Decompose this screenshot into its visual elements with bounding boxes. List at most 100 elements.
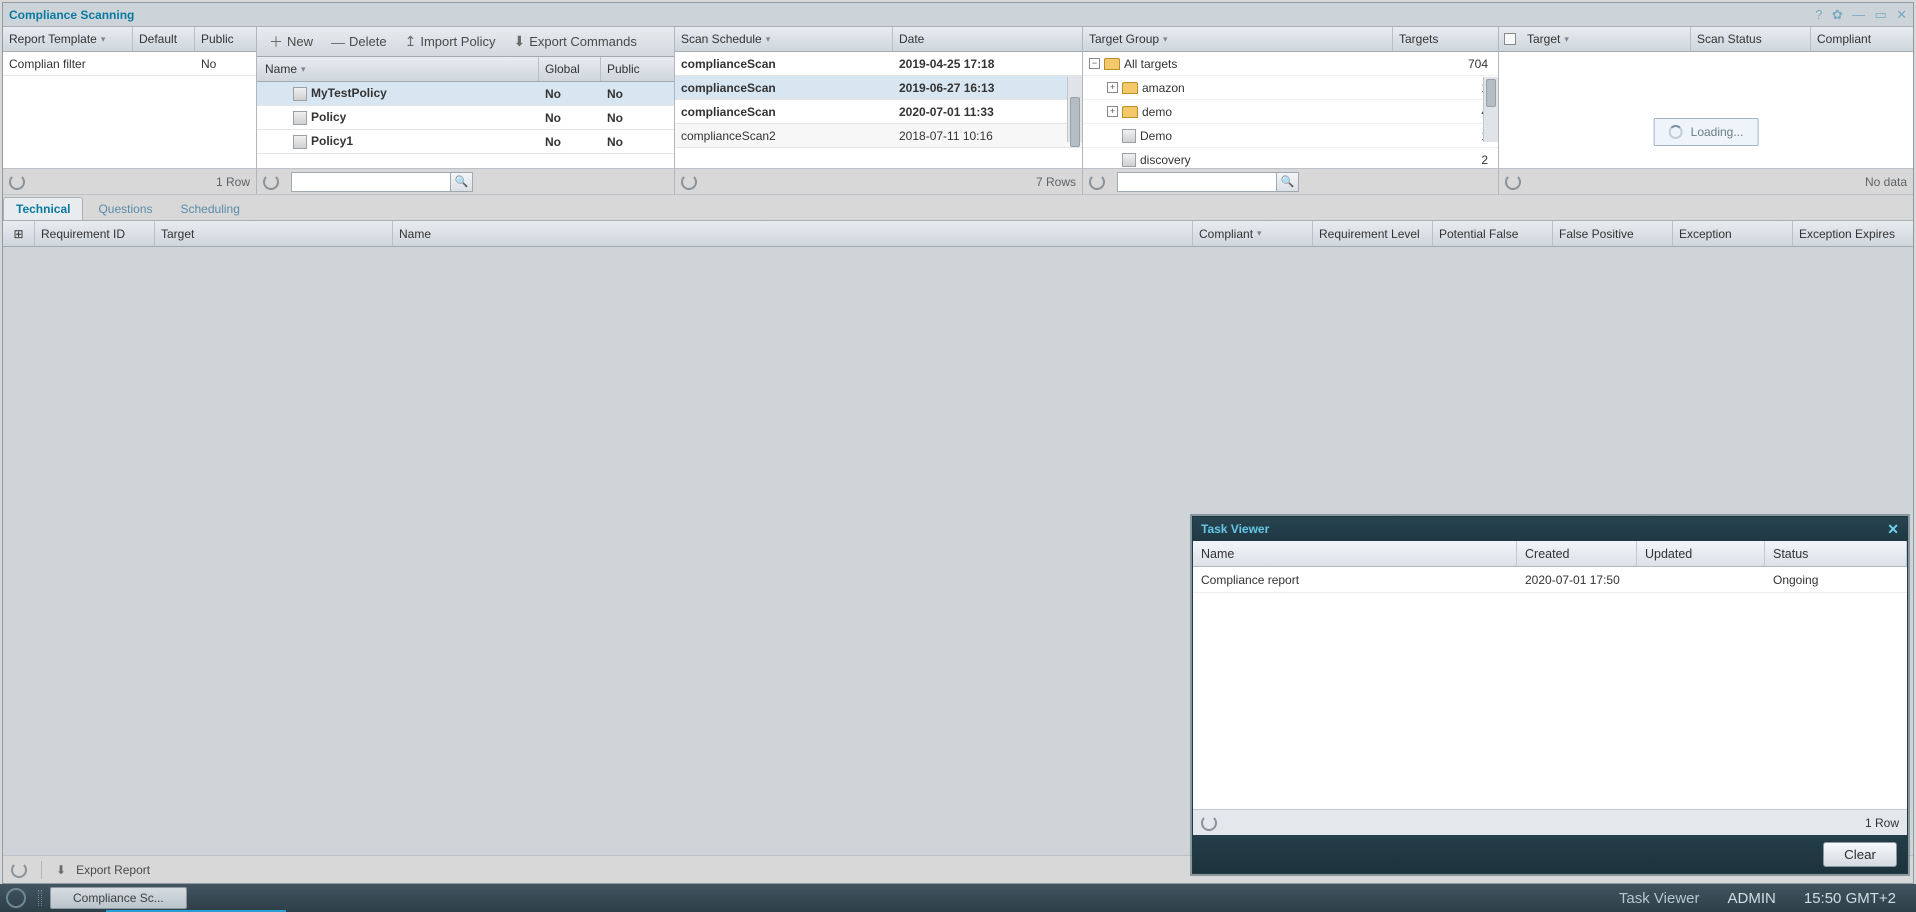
import-button[interactable]: ↥Import Policy <box>397 30 504 53</box>
tree-expand-icon[interactable]: + <box>1107 106 1118 117</box>
col-targets[interactable]: Targets <box>1393 27 1498 51</box>
col-public[interactable]: Public <box>195 27 256 51</box>
refresh-icon[interactable] <box>1201 815 1217 831</box>
tab-scheduling[interactable]: Scheduling <box>168 197 253 220</box>
table-row[interactable]: complianceScan22018-07-11 10:16 <box>675 124 1082 148</box>
new-button[interactable]: ＋New <box>261 29 321 55</box>
upper-region: Report Template Default Public Complian … <box>3 27 1913 195</box>
taskbar-user[interactable]: ADMIN <box>1728 890 1776 907</box>
table-row[interactable]: complianceScan2019-06-27 16:13 <box>675 76 1082 100</box>
minimize-icon[interactable]: — <box>1852 7 1865 22</box>
scroll-thumb[interactable] <box>1070 97 1080 147</box>
table-row[interactable]: complianceScan2019-04-25 17:18 <box>675 52 1082 76</box>
row-count: 1 Row <box>216 175 250 189</box>
taskbar-task-viewer[interactable]: Task Viewer <box>1619 890 1700 907</box>
col-public[interactable]: Public <box>601 57 674 81</box>
delete-button[interactable]: —Delete <box>323 31 395 53</box>
target-footer: No data <box>1499 168 1913 194</box>
tree-row[interactable]: +amazon1 <box>1083 76 1498 100</box>
row-count: 7 Rows <box>1036 175 1076 189</box>
scroll-thumb[interactable] <box>1486 79 1496 107</box>
task-viewer-header: Name Created Updated Status <box>1193 541 1907 567</box>
target-group-footer: 🔍 <box>1083 168 1498 194</box>
help-icon[interactable]: ? <box>1815 7 1822 22</box>
checkbox[interactable] <box>1504 33 1516 45</box>
col-name[interactable]: Name <box>1193 541 1517 566</box>
col-potential-false[interactable]: Potential False <box>1433 221 1553 246</box>
col-default[interactable]: Default <box>133 27 195 51</box>
tab-questions[interactable]: Questions <box>85 197 165 220</box>
col-updated[interactable]: Updated <box>1637 541 1765 566</box>
col-req-id[interactable]: Requirement ID <box>35 221 155 246</box>
doc-icon <box>293 135 307 149</box>
task-viewer-footer: 1 Row <box>1193 809 1907 835</box>
refresh-icon[interactable] <box>1089 174 1105 190</box>
col-scan-status[interactable]: Scan Status <box>1691 27 1811 51</box>
taskbar-item-compliance[interactable]: Compliance Sc... <box>50 887 187 909</box>
search-input[interactable] <box>1117 172 1277 192</box>
gear-icon[interactable]: ✿ <box>1832 7 1843 22</box>
scrollbar[interactable] <box>1067 77 1082 142</box>
tree-row[interactable]: −All targets704 <box>1083 52 1498 76</box>
tree-expand-icon[interactable]: − <box>1089 58 1100 69</box>
col-compliant[interactable]: Compliant <box>1811 27 1913 51</box>
clear-button[interactable]: Clear <box>1823 842 1897 867</box>
search-icon[interactable]: 🔍 <box>451 172 473 192</box>
schedule-body: complianceScan2019-04-25 17:18compliance… <box>675 52 1082 168</box>
col-status[interactable]: Status <box>1765 541 1907 566</box>
cell-public: No <box>601 111 674 125</box>
tree-row[interactable]: Demo1 <box>1083 124 1498 148</box>
table-row[interactable]: Policy1NoNo <box>257 130 674 154</box>
col-global[interactable]: Global <box>539 57 601 81</box>
tree-row[interactable]: +demo4 <box>1083 100 1498 124</box>
col-exception[interactable]: Exception <box>1673 221 1793 246</box>
col-created[interactable]: Created <box>1517 541 1637 566</box>
table-row[interactable]: Compliance report 2020-07-01 17:50 Ongoi… <box>1193 567 1907 593</box>
close-icon[interactable]: ✕ <box>1896 7 1907 22</box>
table-row[interactable]: Complian filter No <box>3 52 256 76</box>
col-name[interactable]: Name <box>257 57 539 81</box>
table-row[interactable]: PolicyNoNo <box>257 106 674 130</box>
refresh-icon[interactable] <box>9 174 25 190</box>
search-input[interactable] <box>291 172 451 192</box>
refresh-icon[interactable] <box>263 174 279 190</box>
tree-expand-icon[interactable]: + <box>1107 82 1118 93</box>
search-icon[interactable]: 🔍 <box>1277 172 1299 192</box>
col-name[interactable]: Name <box>393 221 1193 246</box>
refresh-icon[interactable] <box>681 174 697 190</box>
cell-public: No <box>195 57 256 71</box>
col-target[interactable]: Target <box>1521 27 1691 51</box>
table-row[interactable]: MyTestPolicyNoNo <box>257 82 674 106</box>
grip-icon[interactable] <box>38 890 42 906</box>
close-icon[interactable]: ✕ <box>1887 521 1899 538</box>
refresh-icon[interactable] <box>11 862 27 878</box>
col-false-positive[interactable]: False Positive <box>1553 221 1673 246</box>
task-viewer-titlebar[interactable]: Task Viewer ✕ <box>1193 517 1907 541</box>
tree-label: Demo <box>1140 129 1172 143</box>
col-exception-expires[interactable]: Exception Expires <box>1793 221 1913 246</box>
policies-toolbar: ＋New —Delete ↥Import Policy ⬇Export Comm… <box>257 27 674 57</box>
tab-technical[interactable]: Technical <box>3 197 83 220</box>
col-req-level[interactable]: Requirement Level <box>1313 221 1433 246</box>
window-controls: ? ✿ — ▭ ✕ <box>1809 7 1907 23</box>
schedule-header: Scan Schedule Date <box>675 27 1082 52</box>
col-target[interactable]: Target <box>155 221 393 246</box>
task-viewer-window: Task Viewer ✕ Name Created Updated Statu… <box>1192 516 1908 874</box>
col-date[interactable]: Date <box>893 27 1082 51</box>
col-expand[interactable]: ⊞ <box>3 221 35 246</box>
col-compliant[interactable]: Compliant <box>1193 221 1313 246</box>
tree-row[interactable]: discovery2 <box>1083 148 1498 168</box>
col-target-group[interactable]: Target Group <box>1083 27 1393 51</box>
app-logo-icon[interactable] <box>6 888 26 908</box>
maximize-icon[interactable]: ▭ <box>1874 7 1886 22</box>
col-checkbox[interactable] <box>1499 33 1521 45</box>
scrollbar[interactable] <box>1483 77 1498 142</box>
refresh-icon[interactable] <box>1505 174 1521 190</box>
col-report-template[interactable]: Report Template <box>3 27 133 51</box>
export-report-button[interactable]: Export Report <box>76 863 150 877</box>
cell-public: No <box>601 87 674 101</box>
table-row[interactable]: complianceScan2020-07-01 11:33 <box>675 100 1082 124</box>
export-button[interactable]: ⬇Export Commands <box>505 30 644 53</box>
report-template-body: Complian filter No <box>3 52 256 168</box>
col-schedule[interactable]: Scan Schedule <box>675 27 893 51</box>
